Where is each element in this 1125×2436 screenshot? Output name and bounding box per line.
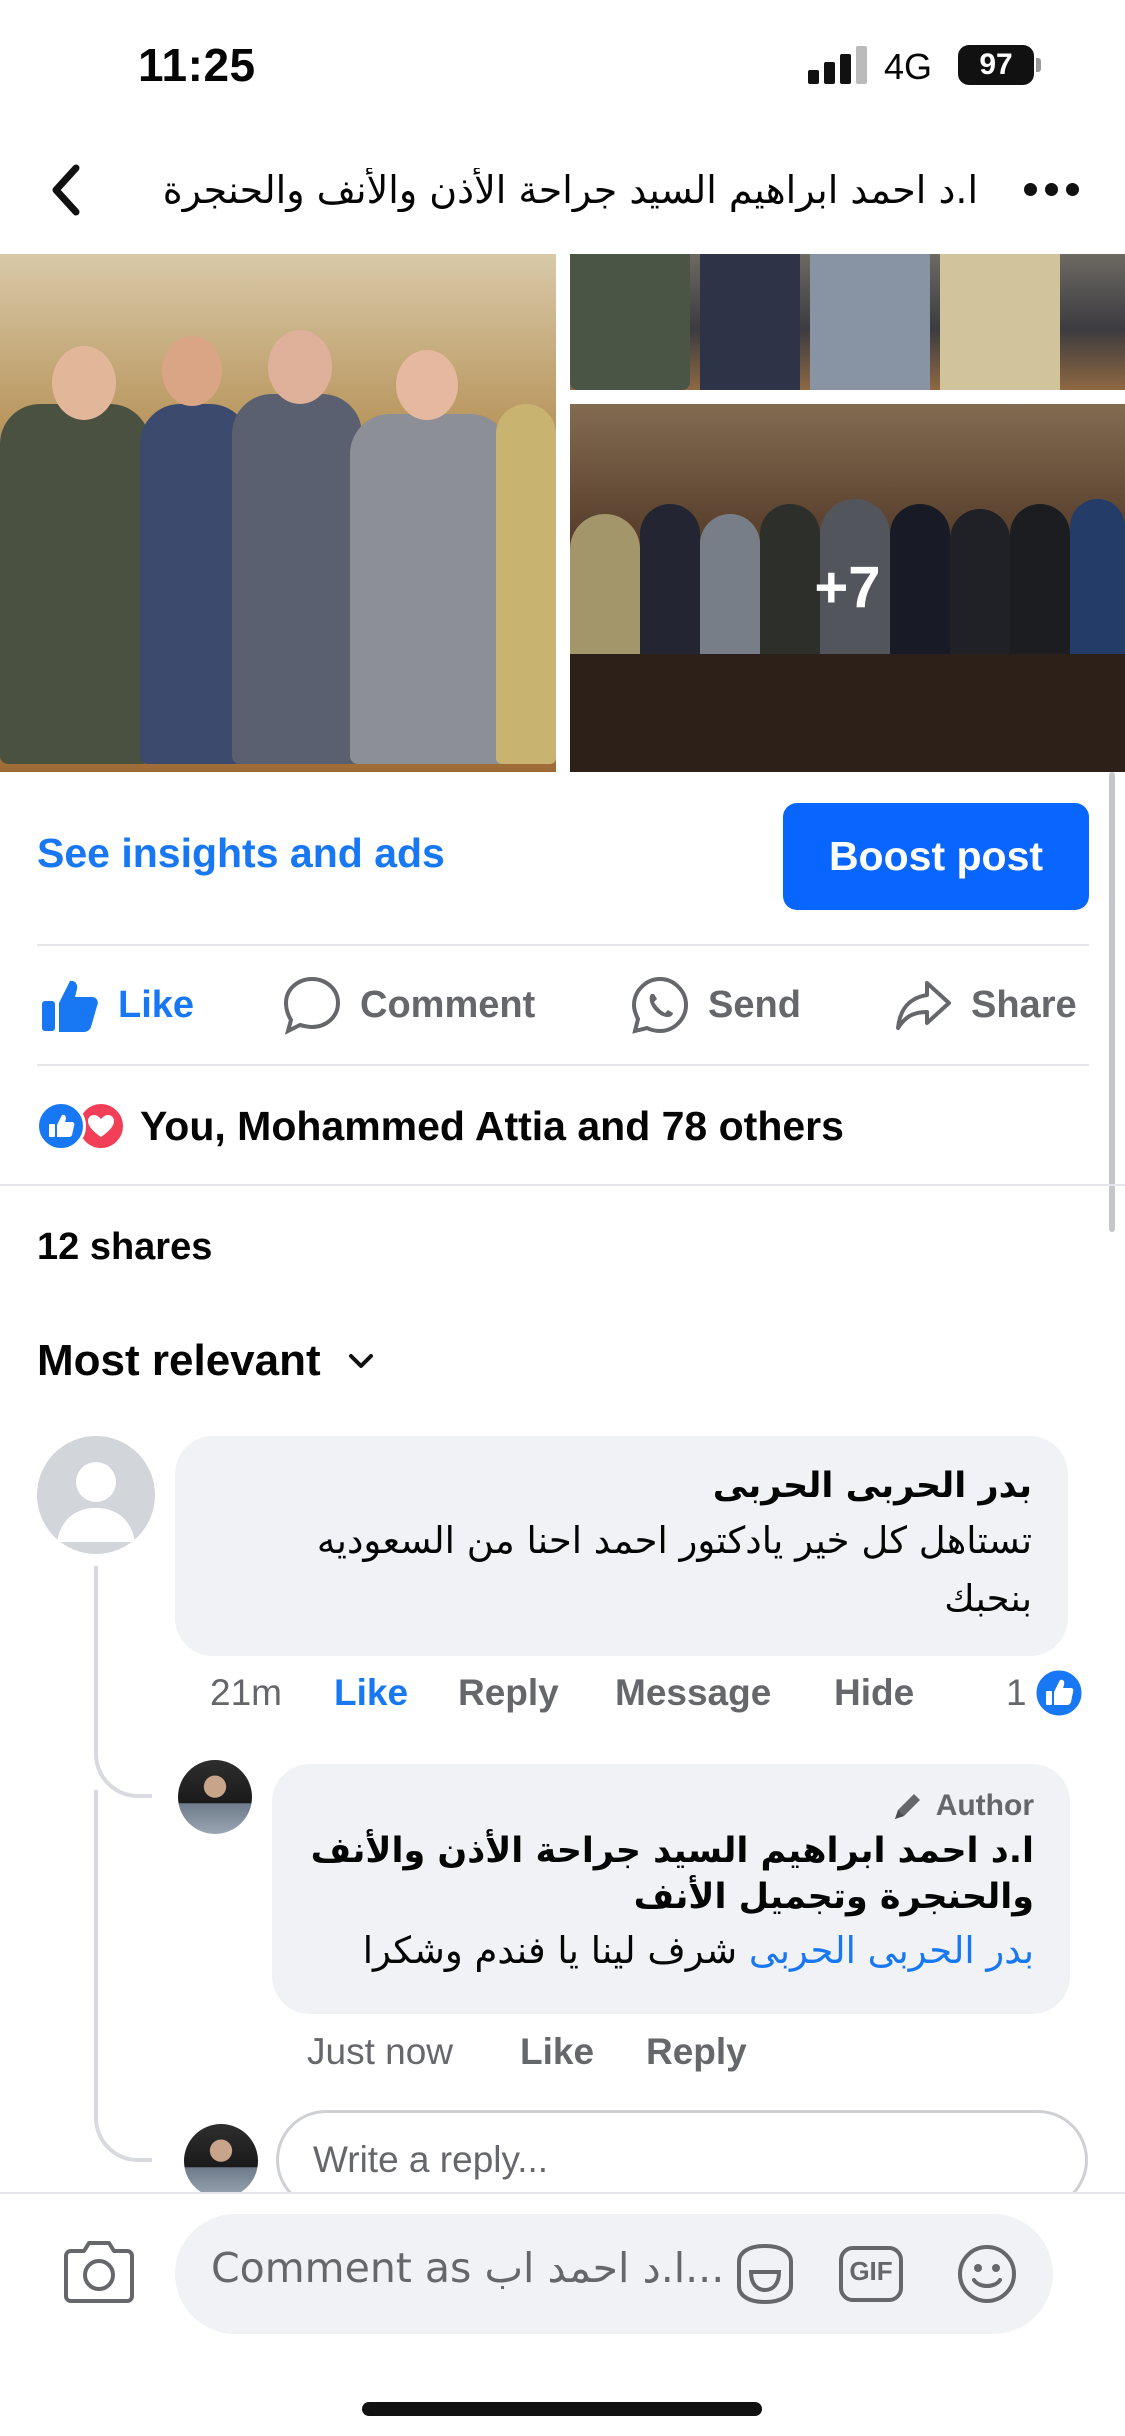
- comment-button[interactable]: Comment: [282, 970, 535, 1040]
- reply-author[interactable]: ا.د احمد ابراهيم السيد جراحة الأذن والأن…: [308, 1828, 1034, 1920]
- author-badge-label: Author: [935, 1789, 1034, 1822]
- gif-label: GIF: [849, 2256, 893, 2286]
- emoji-button[interactable]: [953, 2242, 1021, 2306]
- comment-sort-dropdown[interactable]: Most relevant: [37, 1336, 381, 1386]
- photo-group-top-right[interactable]: [570, 254, 1125, 390]
- divider: [37, 944, 1089, 946]
- comment-reply-button[interactable]: Reply: [458, 1672, 559, 1714]
- comment-text-line: بنحبك: [944, 1577, 1032, 1620]
- divider: [37, 1064, 1089, 1066]
- share-arrow-icon: [896, 981, 951, 1030]
- send-button[interactable]: Send: [630, 970, 801, 1040]
- whatsapp-icon: [631, 976, 689, 1034]
- photo-group-main[interactable]: [0, 254, 556, 772]
- more-dot-icon: [1045, 183, 1058, 196]
- comment-like-button[interactable]: Like: [334, 1672, 408, 1714]
- reply-author-line: والحنجرة وتجميل الأنف: [633, 1877, 1034, 1917]
- chevron-left-icon: [52, 164, 80, 216]
- thread-line: [94, 1566, 152, 1798]
- camera-icon: [64, 2241, 134, 2303]
- shares-count[interactable]: 12 shares: [37, 1226, 212, 1269]
- avatar[interactable]: [37, 1436, 155, 1554]
- sort-label: Most relevant: [37, 1336, 321, 1385]
- share-button[interactable]: Share: [893, 970, 1077, 1040]
- page-title: ا.د احمد ابراهيم السيد جراحة الأذن والأن…: [148, 168, 978, 212]
- comment-bubble[interactable]: بدر الحربى الحربى تستاهل كل خير يادكتور …: [175, 1436, 1068, 1656]
- comment-text-line: تستاهل كل خير يادكتور احمد احنا من السعو…: [316, 1519, 1032, 1562]
- more-options-button[interactable]: [1024, 180, 1080, 200]
- battery-icon: 97: [958, 45, 1034, 85]
- reply-message: شرف لينا يا فندم وشكرا: [362, 1929, 738, 1972]
- thumbs-up-icon: [42, 980, 98, 1032]
- reply-text: بدر الحربى الحربى شرف لينا يا فندم وشكرا: [308, 1920, 1034, 1982]
- author-badge: Author: [308, 1784, 1034, 1828]
- reactions-summary[interactable]: You, Mohammed Attia and 78 others: [36, 1096, 1036, 1156]
- home-indicator: [362, 2402, 762, 2416]
- comment-composer-bar: Comment as ا.د احمد اب... GIF: [0, 2192, 1125, 2436]
- comment-message-button[interactable]: Message: [615, 1672, 771, 1714]
- scroll-indicator: [1109, 772, 1115, 1232]
- gif-button[interactable]: GIF: [837, 2242, 905, 2306]
- reply-like-button[interactable]: Like: [520, 2031, 594, 2073]
- pencil-icon: [894, 1794, 920, 1819]
- comment-hide-button[interactable]: Hide: [834, 1672, 914, 1714]
- reactions-text: You, Mohammed Attia and 78 others: [140, 1102, 844, 1149]
- comment-bubble-icon: [283, 976, 341, 1035]
- chevron-down-icon: [348, 1354, 373, 1368]
- reply-time: Just now: [307, 2031, 454, 2072]
- like-count-value: 1: [1006, 1672, 1027, 1713]
- like-reaction-icon: [1033, 1667, 1085, 1719]
- photo-grid: +7: [0, 254, 1125, 772]
- comment-input[interactable]: Comment as ا.د احمد اب... GIF: [175, 2214, 1053, 2334]
- reply-reply-button[interactable]: Reply: [646, 2031, 747, 2073]
- more-photos-count: +7: [814, 555, 881, 620]
- thread-line: [94, 1790, 152, 2162]
- signal-icon: [808, 44, 870, 84]
- more-dot-icon: [1024, 183, 1037, 196]
- comment-label: Comment: [360, 983, 536, 1026]
- camera-button[interactable]: [60, 2238, 138, 2306]
- battery-tip: [1036, 58, 1041, 72]
- back-button[interactable]: [44, 162, 94, 218]
- comment-time: 21m: [210, 1672, 282, 1713]
- send-label: Send: [708, 983, 801, 1026]
- like-label: Like: [118, 983, 195, 1026]
- comment-author[interactable]: بدر الحربى الحربى: [211, 1460, 1032, 1512]
- share-label: Share: [971, 983, 1077, 1026]
- reply-bubble[interactable]: Author ا.د احمد ابراهيم السيد جراحة الأذ…: [272, 1764, 1070, 2014]
- reply-author-line: ا.د احمد ابراهيم السيد جراحة الأذن والأن…: [310, 1831, 1034, 1871]
- comment-like-count[interactable]: 1: [1006, 1666, 1085, 1720]
- like-reaction-icon: [36, 1101, 86, 1151]
- default-avatar-icon: [57, 1462, 135, 1542]
- see-insights-link[interactable]: See insights and ads: [37, 830, 445, 877]
- my-avatar[interactable]: [184, 2124, 258, 2198]
- mention-link[interactable]: بدر الحربى الحربى: [749, 1929, 1034, 1972]
- like-button[interactable]: Like: [40, 970, 194, 1040]
- boost-post-button[interactable]: Boost post: [783, 803, 1089, 910]
- status-bar: 11:25 4G 97: [0, 0, 1125, 130]
- network-type: 4G: [884, 46, 933, 87]
- emoji-icon: [958, 2245, 1016, 2303]
- avatar-sticker-icon: [737, 2243, 793, 2305]
- author-avatar[interactable]: [178, 1760, 252, 1834]
- section-divider: [0, 1184, 1125, 1186]
- more-dot-icon: [1066, 183, 1079, 196]
- comment-input-placeholder: Comment as ا.د احمد اب...: [211, 2244, 725, 2292]
- status-time: 11:25: [138, 39, 256, 91]
- avatar-sticker-button[interactable]: [731, 2242, 799, 2306]
- post-header: ا.د احمد ابراهيم السيد جراحة الأذن والأن…: [0, 130, 1125, 250]
- photo-group-bottom-right[interactable]: +7: [570, 404, 1125, 772]
